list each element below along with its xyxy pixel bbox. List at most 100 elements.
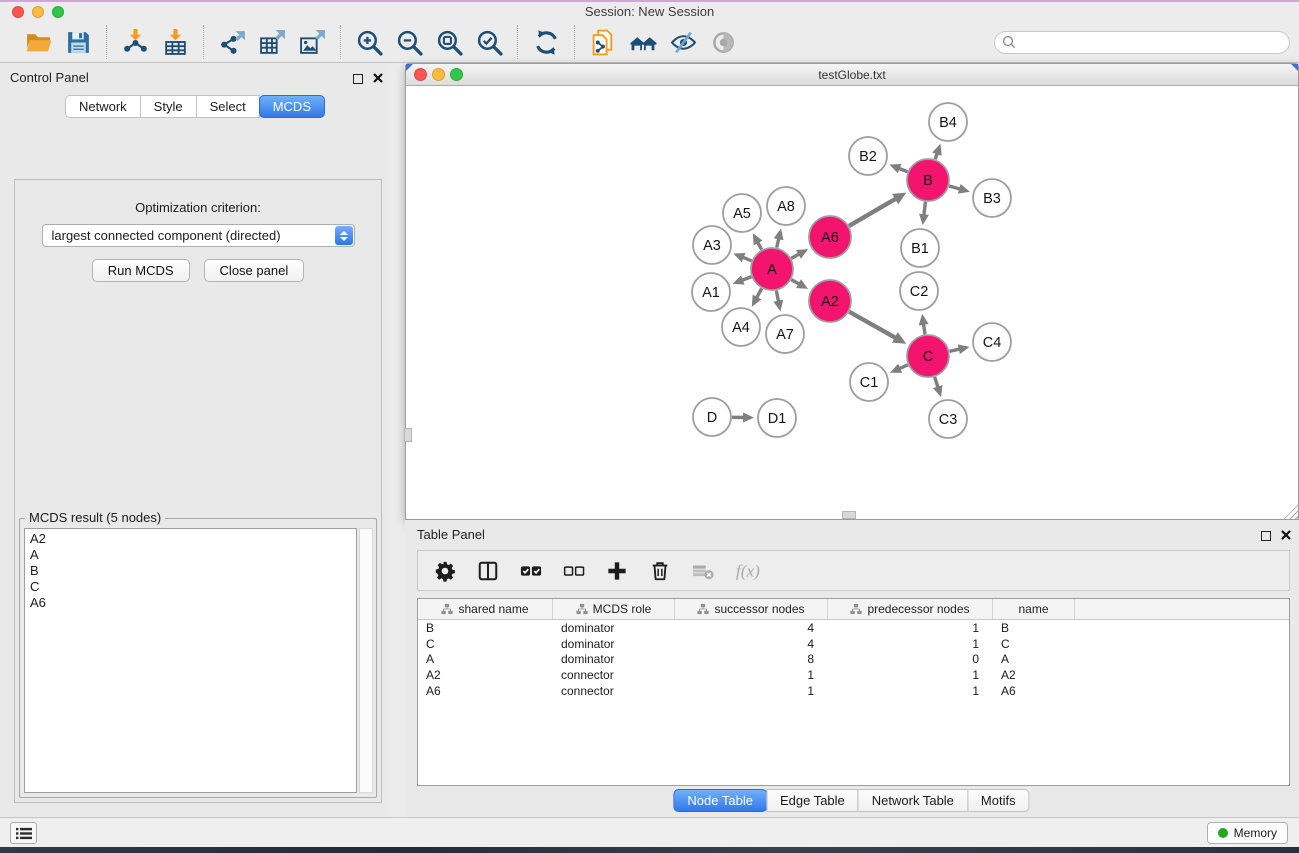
clone-network-icon[interactable]: [586, 25, 620, 59]
graph-edge-B-B2[interactable]: [889, 164, 907, 173]
show-attributes-icon[interactable]: [706, 25, 740, 59]
graph-edge-B-B3[interactable]: [949, 184, 970, 194]
delete-table-icon[interactable]: [692, 558, 714, 584]
column-header-shared-name[interactable]: shared name: [418, 599, 553, 619]
float-panel-icon[interactable]: [1261, 531, 1271, 541]
graph-edge-A2-C[interactable]: [849, 312, 906, 344]
table-cell[interactable]: dominator: [553, 637, 675, 651]
table-cell[interactable]: 0: [828, 652, 993, 666]
close-panel-icon[interactable]: [373, 70, 383, 88]
table-cell[interactable]: 4: [675, 637, 828, 651]
graph-node-A2[interactable]: A2: [809, 280, 851, 322]
table-cell[interactable]: A2: [418, 668, 553, 682]
hide-attributes-icon[interactable]: [666, 25, 700, 59]
column-header-predecessor-nodes[interactable]: predecessor nodes: [828, 599, 993, 619]
table-cell[interactable]: dominator: [553, 652, 675, 666]
table-cell[interactable]: A2: [993, 668, 1075, 682]
tab-network-table[interactable]: Network Table: [858, 789, 968, 812]
optimization-criterion-dropdown[interactable]: largest connected component (directed): [42, 224, 355, 247]
export-image-icon[interactable]: [295, 25, 329, 59]
tab-mcds[interactable]: MCDS: [259, 95, 325, 118]
graph-edge-A-A1[interactable]: [733, 275, 752, 284]
column-view-icon[interactable]: [477, 558, 499, 584]
float-panel-icon[interactable]: [353, 74, 363, 84]
close-panel-icon[interactable]: [1281, 527, 1291, 545]
open-session-icon[interactable]: [21, 25, 55, 59]
graph-node-A1[interactable]: A1: [692, 273, 730, 311]
table-cell[interactable]: 1: [828, 637, 993, 651]
table-cell[interactable]: 4: [675, 621, 828, 635]
refresh-layout-icon[interactable]: [529, 25, 563, 59]
mcds-result-item[interactable]: B: [25, 563, 356, 579]
graph-node-B4[interactable]: B4: [929, 103, 967, 141]
mcds-result-list[interactable]: A2ABCA6: [24, 528, 357, 793]
splitter-handle[interactable]: [404, 428, 412, 442]
zoom-fit-icon[interactable]: [432, 25, 466, 59]
save-session-icon[interactable]: [61, 25, 95, 59]
graph-node-B3[interactable]: B3: [973, 179, 1011, 217]
run-mcds-button[interactable]: Run MCDS: [92, 259, 190, 282]
graph-edge-C-C2[interactable]: [919, 314, 929, 334]
mcds-result-scrollbar[interactable]: [359, 528, 373, 793]
splitter-handle[interactable]: [842, 511, 856, 519]
table-cell[interactable]: C: [993, 637, 1075, 651]
zoom-window-button[interactable]: [52, 6, 64, 18]
search-input[interactable]: [994, 31, 1290, 54]
graph-edge-A-A2[interactable]: [791, 279, 808, 289]
network-zoom-button[interactable]: [450, 68, 463, 81]
table-cell[interactable]: C: [418, 637, 553, 651]
table-row-A6[interactable]: A6connector11A6: [418, 683, 1289, 699]
deselect-all-icon[interactable]: [563, 558, 585, 584]
tab-node-table[interactable]: Node Table: [673, 789, 767, 812]
graph-node-B1[interactable]: B1: [901, 229, 939, 267]
tab-style[interactable]: Style: [140, 95, 197, 118]
settings-icon[interactable]: [434, 558, 456, 584]
graph-node-C2[interactable]: C2: [900, 272, 938, 310]
column-header-successor-nodes[interactable]: successor nodes: [675, 599, 828, 619]
select-all-icon[interactable]: [520, 558, 542, 584]
table-cell[interactable]: A6: [418, 684, 553, 698]
graph-edge-C-C3[interactable]: [933, 377, 943, 397]
graph-edge-B-B1[interactable]: [919, 202, 929, 225]
zoom-out-icon[interactable]: [392, 25, 426, 59]
mcds-result-item[interactable]: A2: [25, 531, 356, 547]
mcds-result-item[interactable]: A: [25, 547, 356, 563]
table-cell[interactable]: 1: [828, 684, 993, 698]
tab-network[interactable]: Network: [65, 95, 141, 118]
graph-node-C[interactable]: C: [907, 335, 949, 377]
graph-edge-A-A3[interactable]: [733, 253, 751, 262]
mcds-result-item[interactable]: A6: [25, 595, 356, 611]
graph-node-C4[interactable]: C4: [973, 323, 1011, 361]
table-cell[interactable]: B: [993, 621, 1075, 635]
network-minimize-button[interactable]: [432, 68, 445, 81]
column-header-name[interactable]: name: [993, 599, 1075, 619]
table-cell[interactable]: A: [993, 652, 1075, 666]
table-row-A2[interactable]: A2connector11A2: [418, 667, 1289, 683]
mcds-result-item[interactable]: C: [25, 579, 356, 595]
graph-node-D1[interactable]: D1: [758, 399, 796, 437]
table-cell[interactable]: A: [418, 652, 553, 666]
column-header-MCDS-role[interactable]: MCDS role: [553, 599, 675, 619]
table-cell[interactable]: 1: [675, 668, 828, 682]
zoom-in-icon[interactable]: [352, 25, 386, 59]
graph-node-C3[interactable]: C3: [929, 400, 967, 438]
close-window-button[interactable]: [12, 6, 24, 18]
close-panel-button[interactable]: Close panel: [204, 259, 305, 282]
task-history-button[interactable]: [10, 822, 37, 844]
graph-node-A[interactable]: A: [751, 248, 793, 290]
tab-select[interactable]: Select: [196, 95, 260, 118]
graph-edge-A-A7[interactable]: [773, 291, 783, 312]
table-cell[interactable]: A6: [993, 684, 1075, 698]
graph-node-C1[interactable]: C1: [850, 363, 888, 401]
graph-node-A6[interactable]: A6: [809, 216, 851, 258]
tab-edge-table[interactable]: Edge Table: [766, 789, 859, 812]
graph-edge-A-A6[interactable]: [791, 249, 808, 259]
delete-column-icon[interactable]: [649, 558, 671, 584]
network-close-button[interactable]: [414, 68, 427, 81]
graph-node-D[interactable]: D: [693, 398, 731, 436]
table-row-B[interactable]: Bdominator41B: [418, 620, 1289, 636]
table-cell[interactable]: 8: [675, 652, 828, 666]
import-table-icon[interactable]: [158, 25, 192, 59]
table-cell[interactable]: dominator: [553, 621, 675, 635]
graph-node-A5[interactable]: A5: [723, 194, 761, 232]
